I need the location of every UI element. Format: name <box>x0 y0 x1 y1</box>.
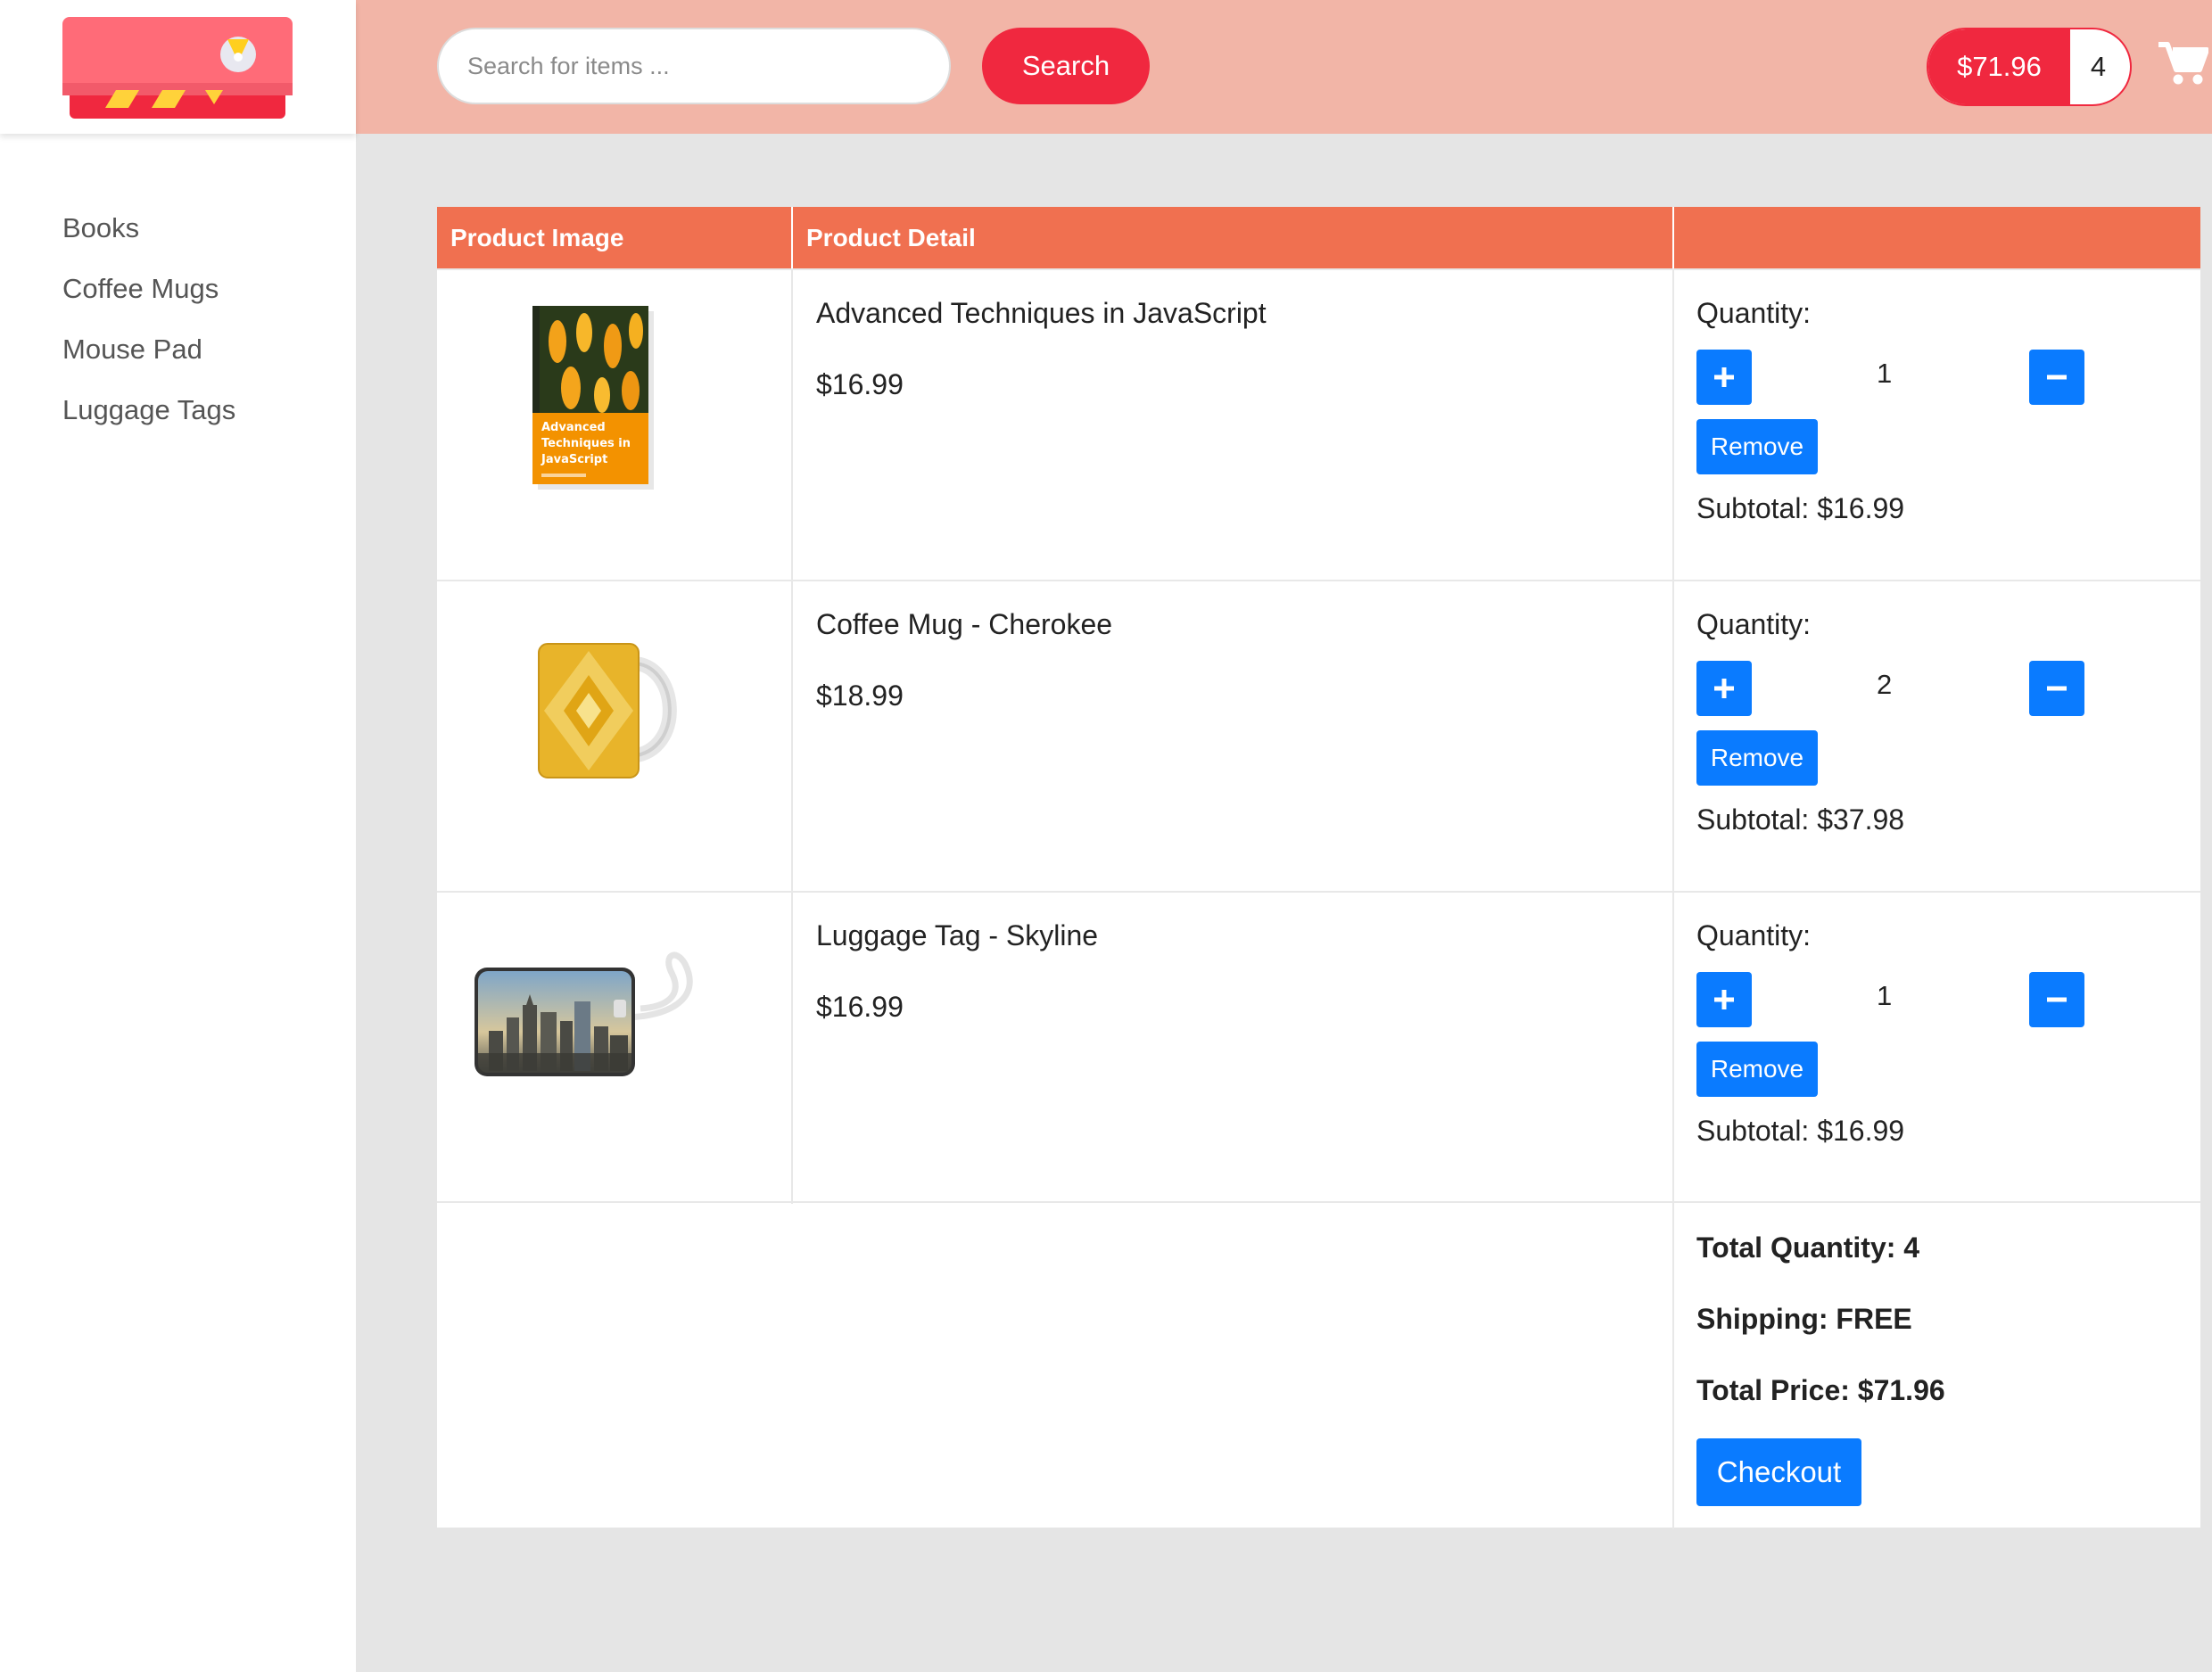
increase-quantity-button[interactable] <box>1696 350 1752 405</box>
order-summary-cell: Total Quantity: 4 Shipping: FREE Total P… <box>1672 1203 2202 1529</box>
product-image-cell: Advanced Techniques in JavaScript <box>437 270 791 581</box>
quantity-value: 2 <box>1877 669 1893 700</box>
total-price: Total Price: $71.96 <box>1696 1374 1945 1406</box>
svg-text:Techniques in: Techniques in <box>541 437 631 450</box>
sidebar: Books Coffee Mugs Mouse Pad Luggage Tags <box>0 0 356 1672</box>
coffee-mug-image[interactable] <box>526 626 696 795</box>
luggage-tag-image[interactable] <box>471 946 730 1080</box>
sidebar-item-books[interactable]: Books <box>62 203 235 264</box>
svg-text:JavaScript: JavaScript <box>541 453 607 466</box>
category-nav: Books Coffee Mugs Mouse Pad Luggage Tags <box>62 203 235 446</box>
logo-icon[interactable] <box>62 17 293 119</box>
minus-icon <box>2047 375 2067 380</box>
top-header: Search $71.96 4 <box>356 0 2212 134</box>
subtotal: Subtotal: $16.99 <box>1696 1115 1905 1147</box>
search-button[interactable]: Search <box>982 28 1150 104</box>
remove-button[interactable]: Remove <box>1696 730 1818 786</box>
subtotal: Subtotal: $37.98 <box>1696 803 1905 836</box>
sidebar-item-mouse-pad[interactable]: Mouse Pad <box>62 325 235 385</box>
quantity-value: 1 <box>1877 358 1893 389</box>
increase-quantity-button[interactable] <box>1696 972 1752 1027</box>
cart-summary-pill[interactable]: $71.96 4 <box>1927 28 2132 106</box>
table-row: Luggage Tag - Skyline $16.99 Quantity: 1… <box>437 891 2200 1204</box>
shipping-info: Shipping: FREE <box>1696 1303 1912 1335</box>
product-image-cell <box>437 893 791 1204</box>
remove-button[interactable]: Remove <box>1696 1042 1818 1097</box>
table-row: Coffee Mug - Cherokee $18.99 Quantity: 2… <box>437 580 2200 893</box>
subtotal: Subtotal: $16.99 <box>1696 492 1905 524</box>
product-name[interactable]: Advanced Techniques in JavaScript <box>816 297 1267 330</box>
svg-text:Advanced: Advanced <box>541 421 606 434</box>
plus-icon <box>1714 679 1734 698</box>
decrease-quantity-button[interactable] <box>2029 350 2084 405</box>
sidebar-item-coffee-mugs[interactable]: Coffee Mugs <box>62 264 235 325</box>
quantity-label: Quantity: <box>1696 297 1812 329</box>
product-price: $18.99 <box>816 680 904 712</box>
decrease-quantity-button[interactable] <box>2029 972 2084 1027</box>
quantity-value: 1 <box>1877 980 1893 1011</box>
remove-button[interactable]: Remove <box>1696 419 1818 474</box>
sidebar-item-luggage-tags[interactable]: Luggage Tags <box>62 385 235 446</box>
product-image-cell <box>437 581 791 893</box>
shopping-cart-icon[interactable] <box>2158 41 2208 86</box>
cart-table: Product Image Product Detail Advanced Te… <box>437 207 2200 1529</box>
plus-icon <box>1714 990 1734 1009</box>
increase-quantity-button[interactable] <box>1696 661 1752 716</box>
table-row: Advanced Techniques in JavaScript Advanc… <box>437 268 2200 581</box>
order-summary-row: Total Quantity: 4 Shipping: FREE Total P… <box>437 1201 2200 1529</box>
minus-icon <box>2047 997 2067 1002</box>
checkout-button[interactable]: Checkout <box>1696 1438 1861 1506</box>
quantity-cell: Quantity: 1 Remove Subtotal: $16.99 <box>1672 893 2200 1204</box>
book-cover-image[interactable]: Advanced Techniques in JavaScript <box>531 306 656 493</box>
product-detail-cell: Advanced Techniques in JavaScript $16.99 <box>791 270 1672 581</box>
product-name[interactable]: Coffee Mug - Cherokee <box>816 608 1112 641</box>
column-header-product-image: Product Image <box>450 224 624 251</box>
search-input[interactable] <box>437 28 951 104</box>
product-name[interactable]: Luggage Tag - Skyline <box>816 919 1098 952</box>
cart-count: 4 <box>2090 51 2107 82</box>
product-price: $16.99 <box>816 991 904 1023</box>
column-header-actions <box>1672 207 2200 268</box>
quantity-cell: Quantity: 2 Remove Subtotal: $37.98 <box>1672 581 2200 893</box>
product-price: $16.99 <box>816 368 904 400</box>
column-header-product-detail: Product Detail <box>791 207 1672 268</box>
quantity-cell: Quantity: 1 Remove Subtotal: $16.99 <box>1672 270 2200 581</box>
total-quantity: Total Quantity: 4 <box>1696 1231 1920 1264</box>
product-detail-cell: Coffee Mug - Cherokee $18.99 <box>791 581 1672 893</box>
logo-area <box>0 0 356 134</box>
quantity-label: Quantity: <box>1696 608 1812 640</box>
product-detail-cell: Luggage Tag - Skyline $16.99 <box>791 893 1672 1204</box>
table-header: Product Image Product Detail <box>437 207 2200 268</box>
quantity-label: Quantity: <box>1696 919 1812 951</box>
minus-icon <box>2047 686 2067 691</box>
cart-total: $71.96 <box>1928 29 2070 104</box>
decrease-quantity-button[interactable] <box>2029 661 2084 716</box>
plus-icon <box>1714 367 1734 387</box>
